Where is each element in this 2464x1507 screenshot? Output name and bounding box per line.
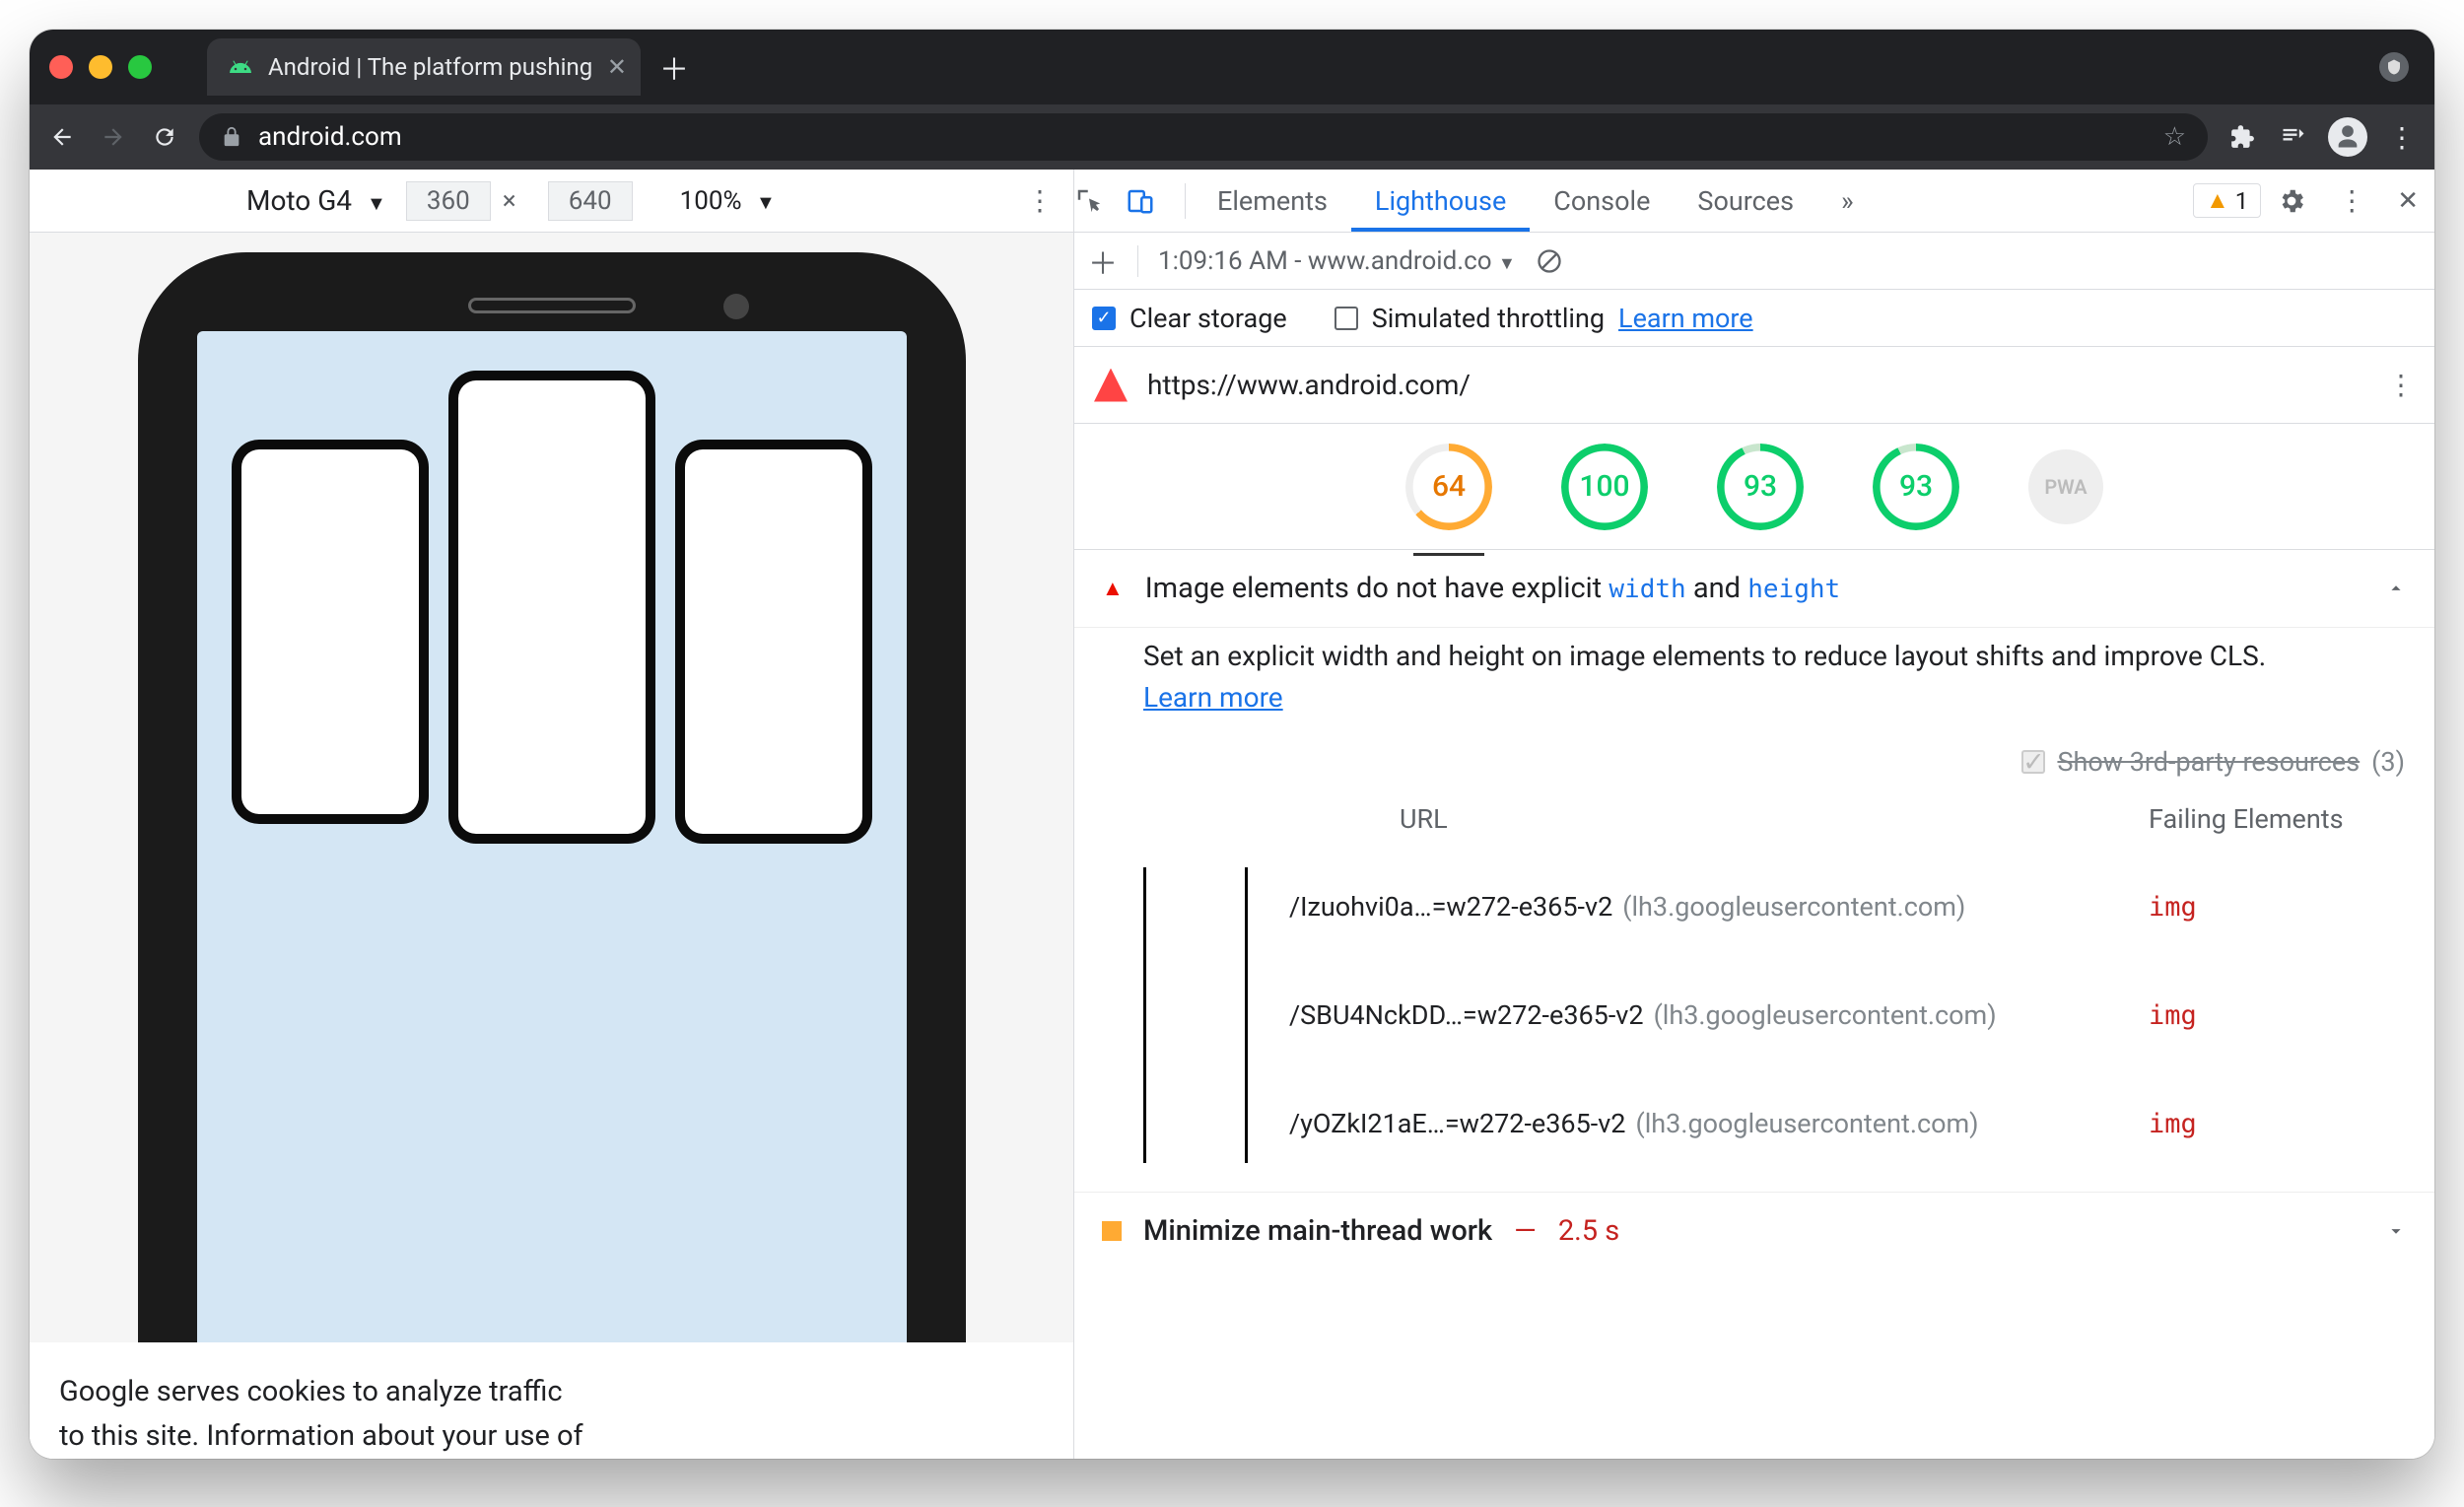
tab-lighthouse[interactable]: Lighthouse [1351,170,1530,232]
lock-icon [221,126,242,148]
zoom-selector[interactable]: 100% ▼ [680,186,776,216]
profile-avatar[interactable] [2328,117,2367,157]
new-report-button[interactable]: ＋ [1088,240,1118,283]
chevron-down-icon [2385,1220,2407,1242]
android-favicon [227,53,254,81]
new-tab-button[interactable]: ＋ [654,45,694,89]
options-learn-more-link[interactable]: Learn more [1618,303,1753,334]
simulated-throttling-checkbox[interactable] [1335,307,1358,330]
third-party-checkbox[interactable]: ✓ [2021,750,2045,774]
failing-elements-table: URL Failing Elements /Izuohvi0a…=w272-e3… [1074,797,2434,1192]
emulated-page[interactable] [197,331,907,1342]
cookie-text-2: to this site. Information about your use… [59,1414,1044,1459]
traffic-light-close[interactable] [49,55,73,79]
clear-storage-label: Clear storage [1129,303,1287,334]
clear-report-icon[interactable] [1536,247,1563,275]
col-url: URL [1262,803,2149,835]
devtools-panel: Elements Lighthouse Console Sources » ▲1… [1074,170,2434,1459]
audit-description: Set an explicit width and height on imag… [1074,628,2434,740]
toggle-device-toolbar-icon[interactable] [1126,186,1177,216]
inspect-element-icon[interactable] [1074,186,1126,216]
report-url-row: https://www.android.com/ ⋮ [1074,347,2434,424]
devtools-close-icon[interactable]: ✕ [2381,186,2434,216]
third-party-label: Show 3rd-party resources [2057,746,2360,778]
hero-phone-1 [232,440,429,824]
traffic-light-zoom[interactable] [128,55,152,79]
nav-reload-button[interactable] [148,120,181,154]
extensions-icon[interactable] [2225,120,2259,154]
lighthouse-icon [1094,369,1128,402]
score-pwa[interactable]: PWA [2028,449,2103,524]
tab-close-icon[interactable]: ✕ [607,53,627,81]
tab-sources[interactable]: Sources [1674,170,1817,232]
tab-overflow[interactable]: » [1817,170,1878,232]
score-seo[interactable]: 93 [1873,444,1959,530]
devtools-menu-icon[interactable]: ⋮ [2322,184,2381,217]
macos-titlebar: Android | The platform pushing ✕ ＋ [30,30,2434,104]
audit2-sep: — [1514,1214,1537,1248]
audit-image-dimensions[interactable]: ▲ Image elements do not have explicit wi… [1074,550,2434,628]
hero-phone-3 [675,440,872,844]
audit-title: Image elements do not have explicit widt… [1145,572,1840,605]
devtools-settings-icon[interactable] [2261,186,2322,216]
score-accessibility[interactable]: 100 [1561,444,1648,530]
audit-fail-icon: ▲ [1102,576,1124,601]
lighthouse-scores: 64 100 93 93 PWA [1074,424,2434,550]
report-url: https://www.android.com/ [1147,369,1471,401]
clear-storage-checkbox[interactable]: ✓ [1092,307,1116,330]
audit2-time: 2.5 s [1558,1214,1619,1248]
chevron-up-icon [2385,578,2407,599]
viewport-width-input[interactable]: 360 [406,181,491,221]
third-party-toggle: ✓ Show 3rd-party resources (3) [1074,740,2434,797]
third-party-count: (3) [2371,746,2405,778]
traffic-light-minimize[interactable] [89,55,112,79]
reading-list-icon[interactable] [2277,120,2310,154]
audit-main-thread[interactable]: Minimize main-thread work — 2.5 s [1074,1192,2434,1269]
devtools-tabstrip: Elements Lighthouse Console Sources » ▲1… [1074,170,2434,233]
cookie-banner: Google serves cookies to analyze traffic… [30,1342,1073,1459]
dimension-separator: × [503,186,516,216]
cookie-text-1: Google serves cookies to analyze traffic [59,1370,1044,1414]
tab-elements[interactable]: Elements [1194,170,1351,232]
device-toolbar: Moto G4 ▼ 360 × 640 100% ▼ ⋮ [30,170,1073,233]
col-failing: Failing Elements [2149,803,2405,835]
audit-warn-icon [1102,1221,1122,1241]
device-toolbar-menu[interactable]: ⋮ [1026,184,1054,217]
lighthouse-subbar: ＋ 1:09:16 AM - www.android.co ▼ [1074,233,2434,290]
nav-back-button[interactable] [45,120,79,154]
audit2-title: Minimize main-thread work [1143,1214,1492,1248]
element-thumbnail [1143,867,1248,1163]
divider [1137,245,1138,277]
phone-speaker [468,298,636,313]
tab-console[interactable]: Console [1530,170,1674,232]
bookmark-star-icon[interactable]: ☆ [2163,122,2186,152]
lighthouse-options: ✓ Clear storage Simulated throttling Lea… [1074,290,2434,347]
tab-title: Android | The platform pushing [268,53,592,81]
emulated-device-frame [138,252,966,1342]
hero-phone-2 [448,371,655,844]
viewport-height-input[interactable]: 640 [548,181,633,221]
address-bar: android.com ☆ ⋮ [30,104,2434,170]
url-input[interactable]: android.com ☆ [199,113,2208,161]
table-row[interactable]: /SBU4NckDD…=w272-e365-v2(lh3.googleuserc… [1269,961,2405,1069]
phone-camera [723,294,749,319]
table-row[interactable]: /Izuohvi0a…=w272-e365-v2(lh3.googleuserc… [1269,853,2405,961]
device-selector[interactable]: Moto G4 ▼ [246,184,386,217]
url-text: android.com [258,122,402,152]
report-menu-icon[interactable]: ⋮ [2387,369,2415,401]
score-performance[interactable]: 64 [1405,444,1492,530]
incognito-indicator[interactable] [2379,52,2409,82]
device-viewport-panel: Moto G4 ▼ 360 × 640 100% ▼ ⋮ [30,170,1074,1459]
score-best-practices[interactable]: 93 [1717,444,1804,530]
nav-forward-button[interactable] [97,120,130,154]
browser-menu-icon[interactable]: ⋮ [2385,120,2419,154]
audit-learn-more-link[interactable]: Learn more [1143,681,1283,714]
simulated-throttling-label: Simulated throttling [1372,303,1605,334]
table-row[interactable]: /yOZkI21aE…=w272-e365-v2(lh3.googleuserc… [1269,1069,2405,1178]
issues-badge[interactable]: ▲1 [2193,183,2261,218]
divider [1185,183,1186,219]
browser-tab[interactable]: Android | The platform pushing ✕ [207,38,641,96]
report-selector[interactable]: 1:09:16 AM - www.android.co ▼ [1158,246,1516,276]
